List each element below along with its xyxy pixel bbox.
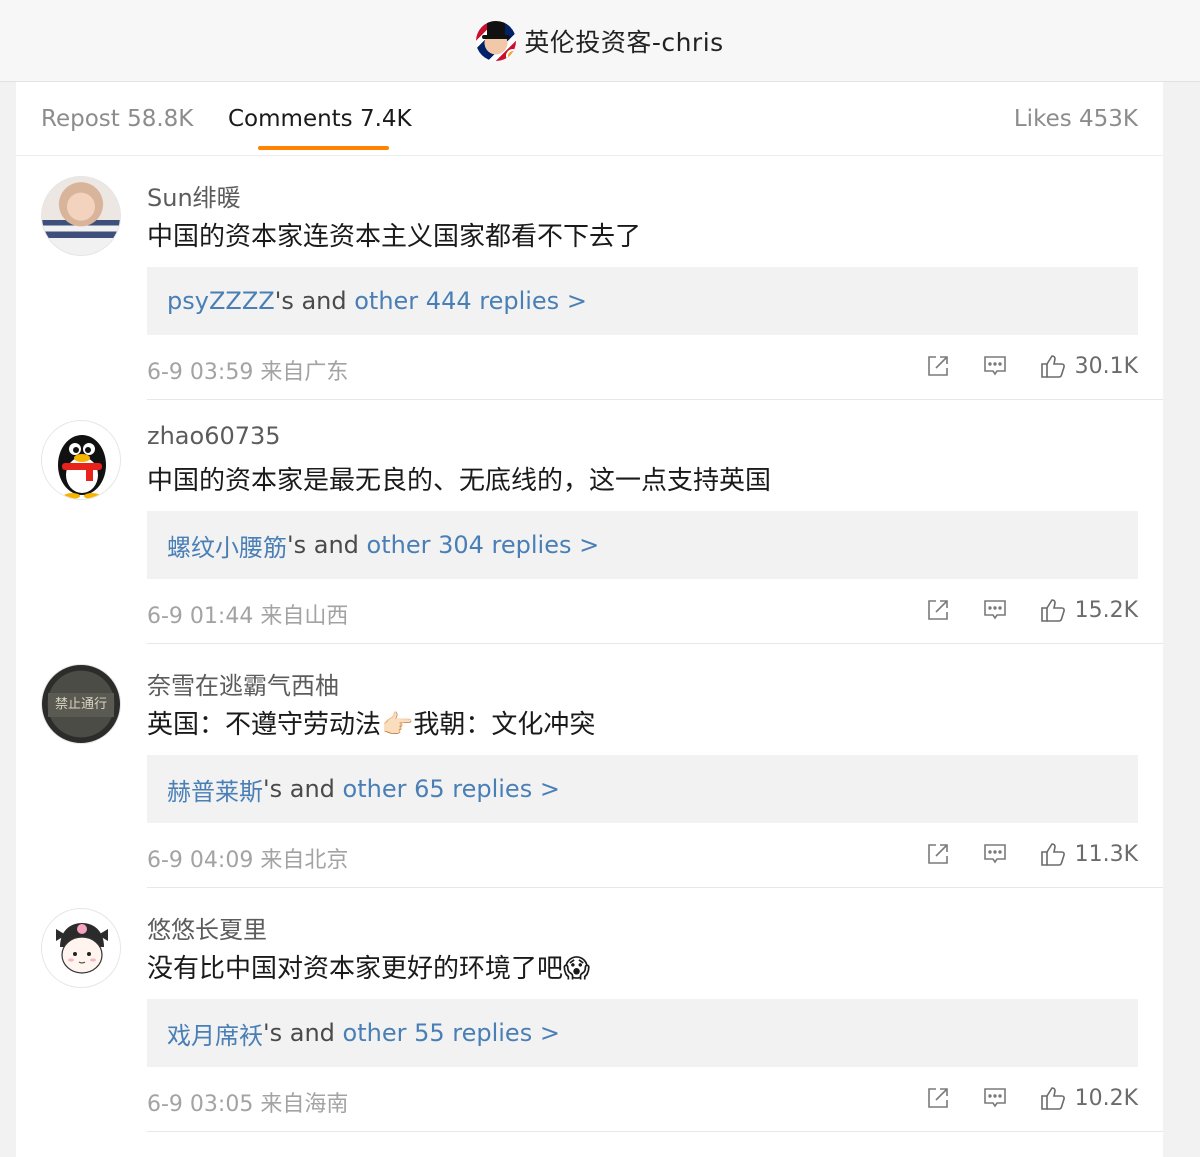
like-button[interactable]: 11.3K [1039,840,1138,868]
other-replies-link[interactable]: other 444 replies > [354,287,587,315]
divider [147,1131,1163,1132]
comments-card: Repost 58.8K Comments 7.4K Likes 453K Su… [16,82,1163,1157]
cartoon-avatar-graphic [56,923,108,974]
avatar-sign: 禁止通行 [48,693,114,717]
comment-item: Sun绯暖 中国的资本家连资本主义国家都看不下去了 psyZZZZ 's and… [16,156,1163,400]
comment-actions: 30.1K [894,350,1138,382]
comment-meta: 6-9 03:59 来自广东 [147,360,349,385]
tab-comments[interactable]: Comments 7.4K [228,106,412,132]
avatar[interactable] [41,176,121,256]
comment-text: 中国的资本家是最无良的、无底线的，这一点支持英国 [147,466,772,496]
tab-repost[interactable]: Repost 58.8K [41,106,193,132]
comment-item: 悠悠长夏里 没有比中国对资本家更好的环境了吧😱 戏月席袄 's and othe… [16,888,1163,1132]
comment-icon[interactable] [982,1085,1008,1111]
other-replies-link[interactable]: other 55 replies > [343,1019,560,1047]
comment-text: 英国：不遵守劳动法👉🏻我朝：文化冲突 [147,710,596,740]
comment-icon[interactable] [982,597,1008,623]
share-icon[interactable] [925,841,951,867]
active-tab-indicator [258,146,389,150]
reply-user-link[interactable]: 戏月席袄 [167,1016,263,1051]
comment-text: 没有比中国对资本家更好的环境了吧😱 [147,954,591,984]
reply-connector: 's and [263,1019,343,1047]
comment-username[interactable]: Sun绯暖 [147,178,241,213]
reply-connector: 's and [287,531,367,559]
account-title[interactable]: 英伦投资客-chris [524,23,723,59]
like-button[interactable]: 15.2K [1039,596,1138,624]
other-replies-link[interactable]: other 65 replies > [343,775,560,803]
comment-meta: 6-9 01:44 来自山西 [147,604,349,629]
verified-badge-icon: ✓ [506,48,517,61]
comment-text: 中国的资本家连资本主义国家都看不下去了 [147,222,642,252]
penguin-avatar-graphic [58,435,106,499]
avatar[interactable]: 禁止通行 [41,664,121,744]
like-button[interactable]: 10.2K [1039,1084,1138,1112]
like-button[interactable]: 30.1K [1039,352,1138,380]
replies-preview-link[interactable]: 赫普莱斯 's and other 65 replies > [147,755,1138,823]
thumbs-up-icon [1040,1087,1065,1110]
avatar[interactable] [41,420,121,500]
comment-icon[interactable] [982,841,1008,867]
comment-meta: 6-9 03:05 来自海南 [147,1092,349,1117]
thumbs-up-icon [1040,355,1065,378]
avatar[interactable] [41,908,121,988]
comment-actions: 11.3K [894,838,1138,870]
comment-meta: 6-9 04:09 来自北京 [147,848,349,873]
like-count: 11.3K [1074,841,1138,867]
replies-preview-link[interactable]: 螺纹小腰筋 's and other 304 replies > [147,511,1138,579]
comment-actions: 10.2K [894,1082,1138,1114]
reply-user-link[interactable]: 赫普莱斯 [167,772,263,807]
account-avatar[interactable]: ✓ [476,20,517,61]
comment-icon[interactable] [982,353,1008,379]
thumbs-up-icon [1040,843,1065,866]
top-hat-brim-graphic [482,34,511,39]
comment-username[interactable]: 奈雪在逃霸气西柚 [147,666,339,701]
comment-item: zhao60735 中国的资本家是最无良的、无底线的，这一点支持英国 螺纹小腰筋… [16,400,1163,644]
comment-username[interactable]: zhao60735 [147,422,281,450]
other-replies-link[interactable]: other 304 replies > [367,531,600,559]
comment-username[interactable]: 悠悠长夏里 [147,910,267,945]
replies-preview-link[interactable]: psyZZZZ 's and other 444 replies > [147,267,1138,335]
like-count: 15.2K [1074,597,1138,623]
reply-connector: 's and [274,287,355,315]
reply-user-link[interactable]: 螺纹小腰筋 [167,528,287,563]
share-icon[interactable] [925,353,951,379]
top-bar: ✓ 英伦投资客-chris [0,0,1200,82]
replies-preview-link[interactable]: 戏月席袄 's and other 55 replies > [147,999,1138,1067]
reply-user-link[interactable]: psyZZZZ [167,287,275,315]
like-count: 30.1K [1074,353,1138,379]
tab-bar: Repost 58.8K Comments 7.4K Likes 453K [16,82,1163,156]
like-count: 10.2K [1074,1085,1138,1111]
comment-actions: 15.2K [894,594,1138,626]
thumbs-up-icon [1040,599,1065,622]
share-icon[interactable] [925,1085,951,1111]
tab-likes[interactable]: Likes 453K [1014,106,1138,132]
reply-connector: 's and [263,775,343,803]
comment-item: 禁止通行 奈雪在逃霸气西柚 英国：不遵守劳动法👉🏻我朝：文化冲突 赫普莱斯 's… [16,644,1163,888]
share-icon[interactable] [925,597,951,623]
